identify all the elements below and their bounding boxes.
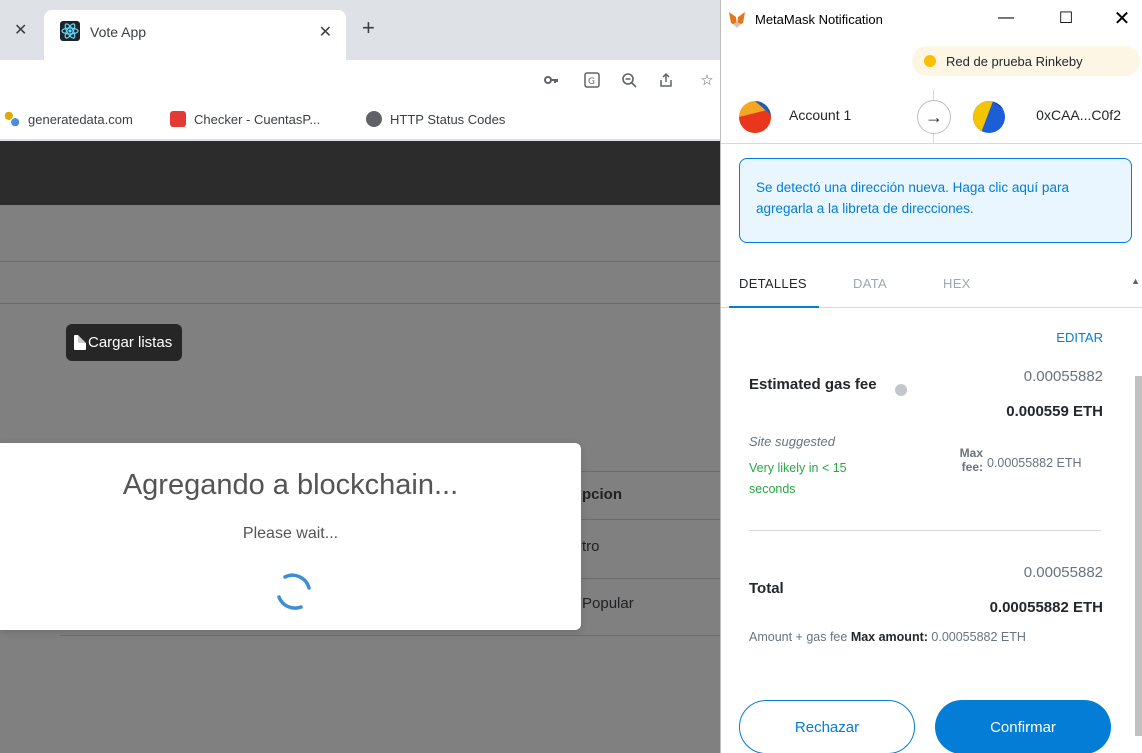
tab-strip: ✕ Vote App ✕ + (0, 0, 720, 60)
bookmark-label: generatedata.com (28, 111, 133, 127)
divider (0, 303, 720, 304)
max-fee-value: 0.00055882 ETH (987, 456, 1082, 470)
bookmark-label: Checker - CuentasP... (194, 111, 321, 127)
gas-fee-label: Estimated gas fee (749, 376, 877, 393)
gas-fee-eth: 0.000559 ETH (1006, 403, 1103, 420)
star-icon[interactable]: ☆ (696, 69, 718, 91)
svg-text:G: G (588, 77, 595, 87)
loading-modal: Agregando a blockchain... Please wait... (0, 443, 581, 630)
bookmarks-bar: generatedata.com Checker - CuentasP... H… (0, 100, 720, 140)
total-fiat: 0.00055882 (1023, 564, 1103, 581)
scrollbar[interactable] (1135, 376, 1142, 736)
metamask-fox-icon (729, 12, 745, 28)
close-tab-icon[interactable]: ✕ (319, 22, 332, 42)
confirm-button[interactable]: Confirmar (935, 700, 1111, 753)
window-title: MetaMask Notification (755, 12, 883, 27)
file-icon (74, 335, 86, 350)
from-account-name: Account 1 (789, 107, 852, 123)
likelihood-label: Very likely in < 15 seconds (749, 461, 847, 496)
bookmark-http-status[interactable]: HTTP Status Codes (366, 111, 505, 127)
load-lists-button[interactable]: Cargar listas (66, 324, 183, 361)
close-window-icon[interactable]: ✕ (1107, 4, 1137, 32)
maximize-icon[interactable]: ☐ (1051, 4, 1081, 32)
network-label: Red de prueba Rinkeby (946, 53, 1083, 69)
tab-details[interactable]: DETALLES (739, 276, 807, 291)
web-page: Cargar listas pcion tro Popular Agregand… (0, 141, 720, 753)
table-cell: Popular (582, 595, 634, 612)
zoom-out-icon[interactable] (618, 69, 640, 91)
gas-fee-fiat: 0.00055882 (1023, 368, 1103, 385)
network-selector[interactable]: Red de prueba Rinkeby (912, 46, 1140, 76)
modal-subtitle: Please wait... (242, 525, 339, 542)
table-border (60, 635, 720, 636)
tab-hex[interactable]: HEX (943, 276, 971, 291)
translate-icon[interactable]: G (581, 69, 603, 91)
max-fee-label: Max fee: (959, 446, 983, 474)
edit-link[interactable]: EDITAR (1056, 330, 1103, 345)
divider (749, 530, 1101, 531)
account-transfer-row: Account 1 → 0xCAA...C0f2 (721, 90, 1142, 144)
browser-window: ✕ Vote App ✕ + G ☆ generatedata.com Chec… (0, 0, 720, 753)
bookmark-label: HTTP Status Codes (390, 111, 506, 127)
total-label: Total (749, 580, 784, 597)
transaction-tabs: DETALLES DATA HEX (721, 262, 1142, 308)
bookmark-checker[interactable]: Checker - CuentasP... (170, 111, 320, 127)
amount-gas-row: Amount + gas fee Max amount: 0.00055882 … (749, 630, 1026, 644)
site-suggested-label: Site suggested (749, 434, 836, 449)
amount-label: Amount + gas fee (749, 630, 848, 644)
app-navbar (0, 141, 720, 205)
close-icon[interactable]: ✕ (14, 20, 27, 40)
new-address-notice[interactable]: Se detectó una dirección nueva. Haga cli… (739, 158, 1132, 243)
bookmark-generatedata[interactable]: generatedata.com (4, 111, 133, 127)
loading-spinner-icon (277, 573, 311, 610)
max-amount-value: 0.00055882 ETH (931, 630, 1026, 644)
key-icon[interactable] (540, 69, 562, 91)
tab-data[interactable]: DATA (853, 276, 887, 291)
scroll-up-icon[interactable]: ▲ (1131, 276, 1140, 286)
new-tab-icon[interactable]: + (362, 17, 375, 39)
share-icon[interactable] (655, 69, 677, 91)
reject-button[interactable]: Rechazar (739, 700, 915, 753)
window-titlebar: MetaMask Notification — ☐ ✕ (721, 0, 1142, 42)
details-panel: EDITAR Estimated gas fee 0.00055882 0.00… (721, 308, 1142, 753)
avatar[interactable] (739, 101, 771, 133)
load-lists-label: Cargar listas (88, 334, 173, 351)
tab-vote-app[interactable]: Vote App ✕ (44, 10, 346, 60)
metamask-window: MetaMask Notification — ☐ ✕ Red de prueb… (720, 0, 1142, 753)
network-status-icon (924, 55, 936, 67)
modal-title: Agregando a blockchain... (122, 469, 459, 501)
table-header-cell: pcion (582, 486, 622, 503)
info-icon[interactable] (895, 384, 907, 396)
minimize-icon[interactable]: — (991, 4, 1021, 32)
max-amount-label: Max amount: (850, 630, 928, 644)
react-icon (60, 21, 80, 41)
arrow-right-icon: → (917, 100, 951, 134)
tab-title: Vote App (90, 24, 147, 40)
cursor-icon (170, 111, 186, 127)
divider (0, 261, 720, 262)
grid-icon (4, 111, 20, 127)
to-address[interactable]: 0xCAA...C0f2 (1036, 107, 1121, 123)
globe-icon (366, 111, 382, 127)
browser-toolbar: G ☆ (0, 60, 720, 100)
table-cell: tro (582, 538, 600, 555)
total-eth: 0.00055882 ETH (989, 599, 1103, 616)
avatar[interactable] (973, 101, 1005, 133)
